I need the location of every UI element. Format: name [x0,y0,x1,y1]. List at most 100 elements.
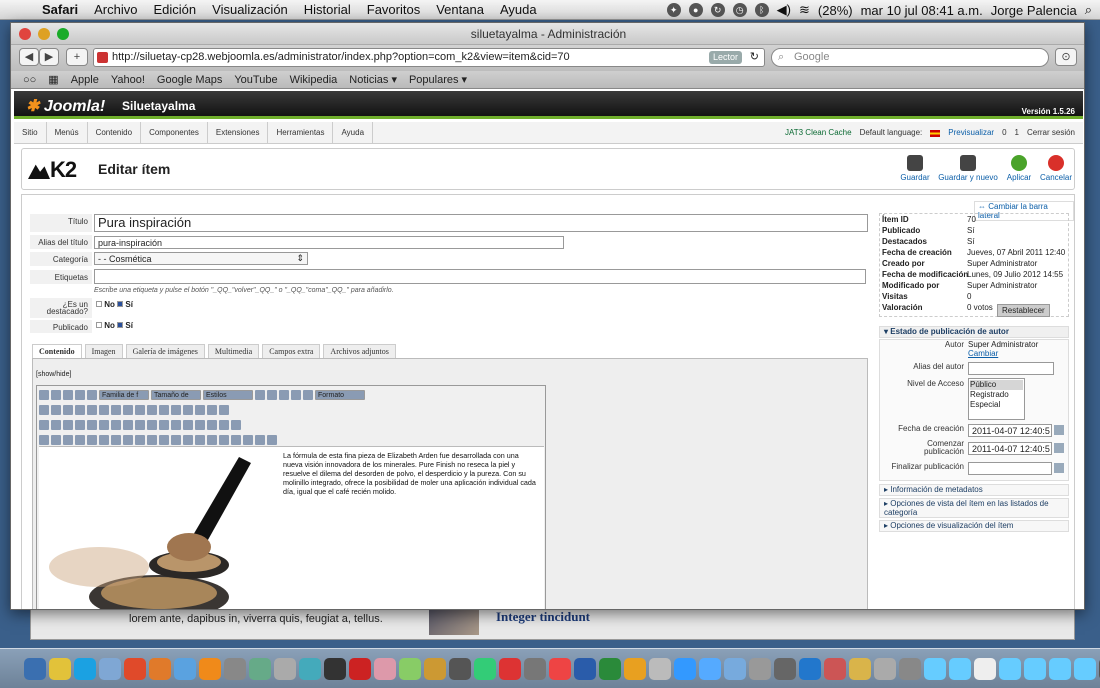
document-icon[interactable] [974,657,996,680]
downloads-button[interactable]: ⊙ [1055,48,1077,66]
created-date-input[interactable]: 2011-04-07 12:40:5 [968,424,1052,437]
highlight-icon[interactable] [75,405,85,415]
messages-count[interactable]: 0 [1002,123,1006,143]
app-icon[interactable] [399,657,421,680]
app-icon[interactable] [849,657,871,680]
time-machine-icon[interactable]: ◷ [732,3,747,17]
editor-tool-icon[interactable] [87,405,97,415]
menu-edicion[interactable]: Edición [146,2,205,17]
app-icon[interactable] [699,657,721,680]
camera-icon[interactable] [224,657,246,680]
folder-icon[interactable] [1024,657,1046,680]
app-icon[interactable] [474,657,496,680]
help-icon[interactable] [231,420,241,430]
downloads-icon[interactable] [799,657,821,680]
menu-ventana[interactable]: Ventana [428,2,492,17]
editor-tool-icon[interactable] [183,435,193,445]
bookmark-youtube[interactable]: YouTube [234,74,277,86]
view-options-section-header[interactable]: ▸ Opciones de vista del ítem en las list… [879,498,1069,518]
blackberry-icon[interactable] [324,657,346,680]
calendar-icon[interactable] [1054,443,1064,453]
align-center-icon[interactable] [279,390,289,400]
pdf-icon[interactable] [499,657,521,680]
preview-link[interactable]: Previsualizar [948,123,994,143]
format-select[interactable]: Formato [315,390,365,400]
alias-input[interactable]: pura-inspiración [94,236,564,249]
editor-tool-icon[interactable] [39,390,49,400]
superscript-icon[interactable] [195,420,205,430]
wifi-icon[interactable]: ≋ [799,2,810,18]
styles-select[interactable]: Estilos [203,390,253,400]
app-icon[interactable] [749,657,771,680]
editor-tool-icon[interactable] [267,435,277,445]
firefox-icon[interactable] [149,657,171,680]
editor-tool-icon[interactable] [123,420,133,430]
bluetooth-icon[interactable]: ᛒ [754,3,769,17]
bookmark-populares[interactable]: Populares ▾ [409,73,467,86]
app-icon[interactable] [424,657,446,680]
menu-safari[interactable]: Safari [34,2,86,17]
menu-ayuda[interactable]: Ayuda [492,2,545,17]
window-titlebar[interactable]: siluetayalma - Administración [11,23,1084,45]
media-icon[interactable] [75,420,85,430]
editor-tool-icon[interactable] [159,435,169,445]
align-justify-icon[interactable] [303,390,313,400]
author-section-header[interactable]: ▾ Estado de publicación de autor [879,326,1069,338]
menu-componentes[interactable]: Componentes [141,122,208,144]
folder-icon[interactable] [999,657,1021,680]
messages-icon[interactable] [174,657,196,680]
tab-galeria[interactable]: Galería de imágenes [125,344,205,358]
app-icon[interactable] [874,657,896,680]
folder-icon[interactable] [1074,657,1096,680]
calendar-icon[interactable] [1054,463,1064,473]
close-window-button[interactable] [19,28,31,40]
editor-tool-icon[interactable] [99,435,109,445]
underline-icon[interactable] [87,390,97,400]
apply-button[interactable]: Aplicar [1004,155,1034,182]
zoom-window-button[interactable] [57,28,69,40]
emoticon-icon[interactable] [63,420,73,430]
menu-ayuda-joomla[interactable]: Ayuda [333,122,374,144]
editor-tool-icon[interactable] [243,435,253,445]
new-tab-button[interactable]: + [66,48,88,66]
reset-rating-button[interactable]: Restablecer [997,304,1050,317]
align-right-icon[interactable] [291,390,301,400]
editor-tool-icon[interactable] [255,435,265,445]
reading-list-icon[interactable]: ○○ [23,74,36,86]
folder-icon[interactable] [1049,657,1071,680]
bold-icon[interactable] [63,390,73,400]
publish-down-input[interactable] [968,462,1052,475]
editor-tool-icon[interactable] [147,420,157,430]
bookmark-noticias[interactable]: Noticias ▾ [349,73,397,86]
editor-tool-icon[interactable] [39,435,49,445]
tags-input[interactable] [94,269,866,284]
app-icon[interactable] [899,657,921,680]
editor-tool-icon[interactable] [39,420,49,430]
chrome-icon[interactable] [124,657,146,680]
editor-tool-icon[interactable] [147,435,157,445]
access-level-select[interactable]: Público Registrado Especial [968,378,1025,420]
record-icon[interactable]: ● [688,3,703,17]
minimize-window-button[interactable] [38,28,50,40]
editor-tool-icon[interactable] [171,435,181,445]
editor-tool-icon[interactable] [195,435,205,445]
save-new-button[interactable]: Guardar y nuevo [936,155,1000,182]
cancel-button[interactable]: Cancelar [1038,155,1074,182]
dropbox-icon[interactable]: ✦ [666,3,681,17]
editor-tool-icon[interactable] [135,435,145,445]
excel-icon[interactable] [599,657,621,680]
cleanup-icon[interactable] [219,405,229,415]
editor-tool-icon[interactable] [207,420,217,430]
copy-icon[interactable] [183,405,193,415]
published-yes-radio[interactable] [117,322,124,328]
featured-yes-radio[interactable] [117,301,124,307]
folder-icon[interactable] [949,657,971,680]
menu-herramientas[interactable]: Herramientas [268,122,334,144]
menu-menus[interactable]: Menús [47,122,88,144]
app-icon[interactable] [524,657,546,680]
access-option-special[interactable]: Especial [970,400,1023,410]
image-icon[interactable] [51,435,61,445]
menu-archivo[interactable]: Archivo [86,2,145,17]
editor-content[interactable]: La fórmula de esta fina pieza de Elizabe… [39,446,544,609]
display-options-section-header[interactable]: ▸ Opciones de visualización del ítem [879,520,1069,532]
